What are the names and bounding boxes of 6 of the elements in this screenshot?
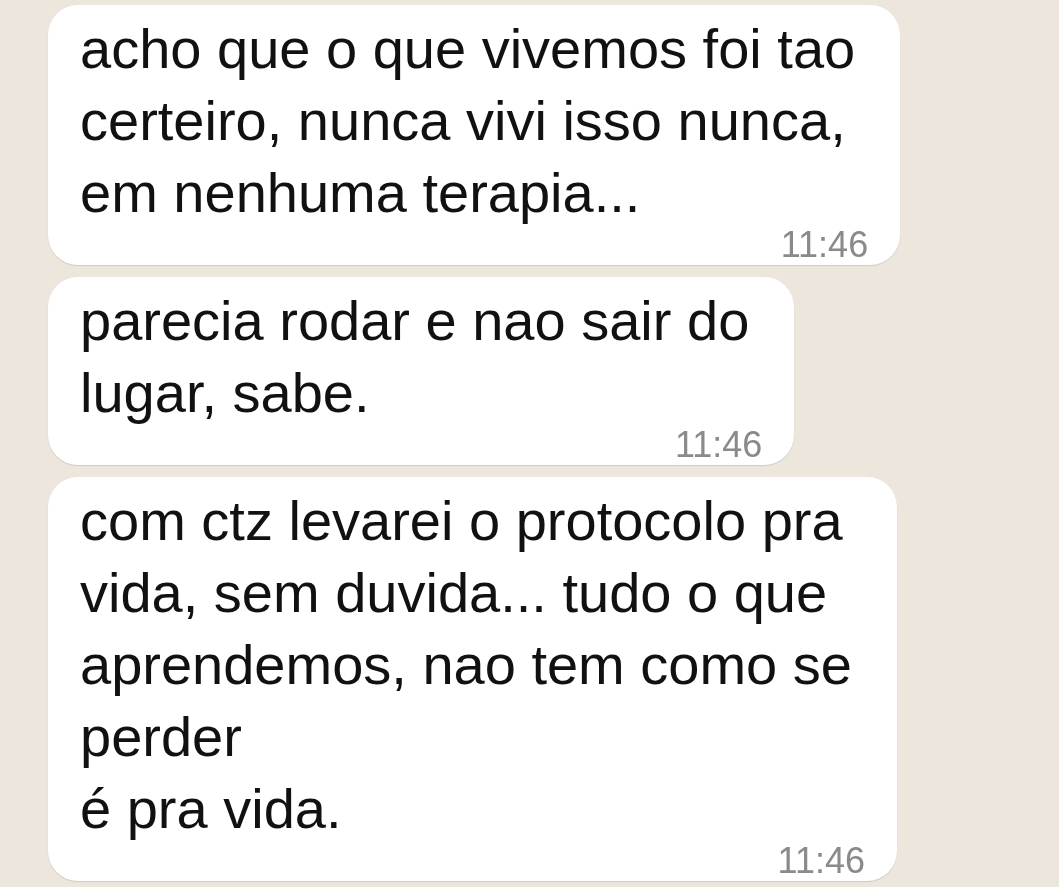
message-text: acho que o que vivemos foi tao certeiro, nunca vivi isso nunca, em nenhuma terapia...: [80, 16, 856, 226]
message-time: 11:46: [777, 847, 865, 875]
message-text: com ctz levarei o protocolo pra vida, sem duvida... tudo o que aprendemos, nao tem como se perder é pra vida.: [80, 488, 852, 842]
message-text: parecia rodar e nao sair do lugar, sabe.: [80, 288, 750, 426]
message-time: 11:46: [780, 231, 869, 259]
message-time: 11:46: [674, 431, 763, 459]
